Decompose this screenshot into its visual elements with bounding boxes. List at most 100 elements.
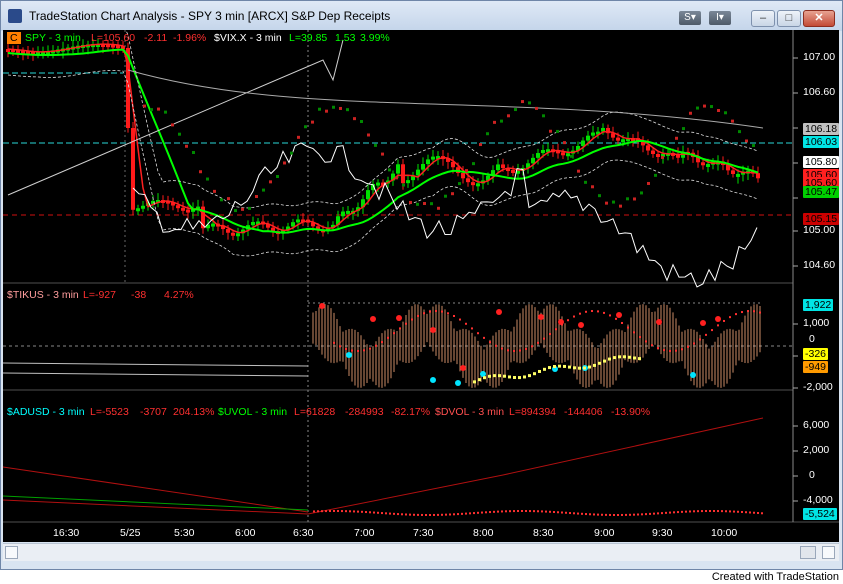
breadth-axis-label: 0 bbox=[809, 469, 815, 481]
parabolic-sar-dot bbox=[493, 120, 496, 124]
tick-signal-dot bbox=[543, 337, 545, 340]
price-candle bbox=[426, 159, 430, 165]
restore-button[interactable]: □ bbox=[777, 10, 801, 27]
tick-avg-dot bbox=[613, 356, 616, 360]
vix-pct-change: 3.99% bbox=[360, 32, 390, 44]
time-axis-label: 16:30 bbox=[53, 527, 80, 539]
vix-series-label[interactable]: $VIX.X - 3 min bbox=[214, 32, 282, 44]
breadth-dot bbox=[625, 513, 627, 516]
breadth-dot bbox=[501, 510, 503, 513]
breadth-dot bbox=[741, 510, 743, 513]
parabolic-sar-dot bbox=[213, 189, 216, 193]
parabolic-sar-dot bbox=[507, 114, 510, 118]
breadth-dot bbox=[401, 513, 403, 516]
symbol-link-i-button[interactable]: I▾ bbox=[709, 11, 731, 25]
breadth-dot bbox=[725, 510, 727, 513]
price-candle bbox=[591, 132, 595, 136]
breadth-dot bbox=[493, 510, 495, 513]
minimize-button[interactable]: – bbox=[751, 10, 775, 27]
uvol-series-label[interactable]: $UVOL - 3 min bbox=[218, 406, 287, 418]
parabolic-sar-dot bbox=[192, 151, 195, 155]
parabolic-sar-dot bbox=[500, 119, 503, 123]
breadth-dot bbox=[633, 513, 635, 516]
breadth-dot bbox=[437, 513, 439, 516]
parabolic-sar-dot bbox=[514, 108, 517, 112]
price-candle bbox=[421, 164, 425, 170]
spy-last-value: L=105.60 bbox=[91, 32, 136, 44]
tick-signal-dot bbox=[513, 349, 515, 352]
breadth-dot bbox=[465, 512, 467, 515]
parabolic-sar-dot bbox=[654, 173, 657, 177]
tick-avg-dot bbox=[578, 366, 581, 370]
breadth-dot bbox=[457, 513, 459, 516]
parabolic-sar-dot bbox=[437, 206, 440, 210]
scroll-left-arrow-icon[interactable] bbox=[5, 546, 18, 559]
scroll-thumb[interactable] bbox=[800, 546, 816, 559]
breadth-dot bbox=[729, 510, 731, 513]
spy-series-label[interactable]: SPY - 3 min bbox=[25, 32, 81, 44]
tick-axis-label: -2,000 bbox=[803, 381, 833, 393]
tick-signal-dot bbox=[603, 311, 605, 314]
adusd-series-label[interactable]: $ADUSD - 3 min bbox=[7, 406, 85, 418]
title-bar[interactable]: TradeStation Chart Analysis - SPY 3 min … bbox=[1, 1, 842, 31]
breadth-dot bbox=[649, 512, 651, 515]
dvol-series-label[interactable]: $DVOL - 3 min bbox=[435, 406, 504, 418]
parabolic-sar-dot bbox=[234, 209, 237, 213]
price-candle bbox=[231, 232, 235, 236]
close-button[interactable]: ✕ bbox=[803, 10, 835, 27]
time-axis-label: 7:30 bbox=[413, 527, 434, 539]
breadth-dot bbox=[605, 513, 607, 516]
parabolic-sar-dot bbox=[633, 197, 636, 201]
scroll-right-arrow-icon[interactable] bbox=[822, 546, 835, 559]
breadth-dot bbox=[641, 513, 643, 516]
breadth-dot bbox=[381, 512, 383, 515]
spy-net-change: -2.11 bbox=[144, 32, 168, 44]
parabolic-sar-dot bbox=[185, 144, 188, 148]
tick-avg-dot bbox=[478, 378, 481, 382]
breadth-dot bbox=[561, 511, 563, 514]
tick-avg-dot bbox=[573, 366, 576, 370]
parabolic-sar-dot bbox=[486, 132, 489, 136]
breadth-dot bbox=[565, 511, 567, 514]
long-ma-line bbox=[127, 69, 764, 129]
parabolic-sar-dot bbox=[745, 139, 748, 143]
tick-signal-dot bbox=[507, 349, 509, 352]
breadth-dot bbox=[601, 513, 603, 516]
tick-avg-dot bbox=[608, 357, 611, 361]
breadth-dot bbox=[609, 513, 611, 516]
parabolic-sar-dot bbox=[752, 144, 755, 148]
symbol-link-s-button[interactable]: S▾ bbox=[679, 11, 701, 25]
parabolic-sar-dot bbox=[381, 152, 384, 156]
chart-symbol-badge[interactable]: C bbox=[7, 32, 21, 44]
chart-canvas[interactable] bbox=[3, 30, 839, 542]
breadth-dot bbox=[413, 513, 415, 516]
horizontal-scrollbar[interactable] bbox=[3, 543, 839, 561]
uvol-prev-line bbox=[3, 495, 309, 511]
price-candle bbox=[736, 173, 740, 177]
tick-signal-dot bbox=[567, 319, 569, 322]
breadth-dot bbox=[597, 513, 599, 516]
breadth-dot bbox=[525, 510, 527, 513]
tikus-series-label[interactable]: $TIKUS - 3 min bbox=[7, 289, 79, 301]
price-candle bbox=[141, 205, 145, 209]
breadth-dot bbox=[545, 510, 547, 513]
breadth-dot bbox=[681, 510, 683, 513]
tick-signal-dot bbox=[747, 310, 749, 313]
breadth-dot bbox=[653, 512, 655, 515]
breadth-dot bbox=[705, 510, 707, 513]
price-candle bbox=[476, 183, 480, 187]
breadth-dot bbox=[321, 510, 323, 513]
breadth-dot bbox=[389, 512, 391, 515]
parabolic-sar-dot bbox=[465, 169, 468, 173]
breadth-dot bbox=[709, 510, 711, 513]
parabolic-sar-dot bbox=[367, 133, 370, 137]
breadth-dot bbox=[665, 511, 667, 514]
parabolic-sar-dot bbox=[325, 109, 328, 113]
breadth-dot bbox=[645, 513, 647, 516]
parabolic-sar-dot bbox=[696, 106, 699, 110]
breadth-dot bbox=[521, 510, 523, 513]
tick-peak-marker bbox=[370, 316, 376, 322]
chart-area[interactable]: C SPY - 3 min L=105.60 -2.11 -1.96% $VIX… bbox=[3, 30, 839, 542]
tick-signal-dot bbox=[441, 310, 443, 313]
breadth-dot bbox=[397, 513, 399, 516]
